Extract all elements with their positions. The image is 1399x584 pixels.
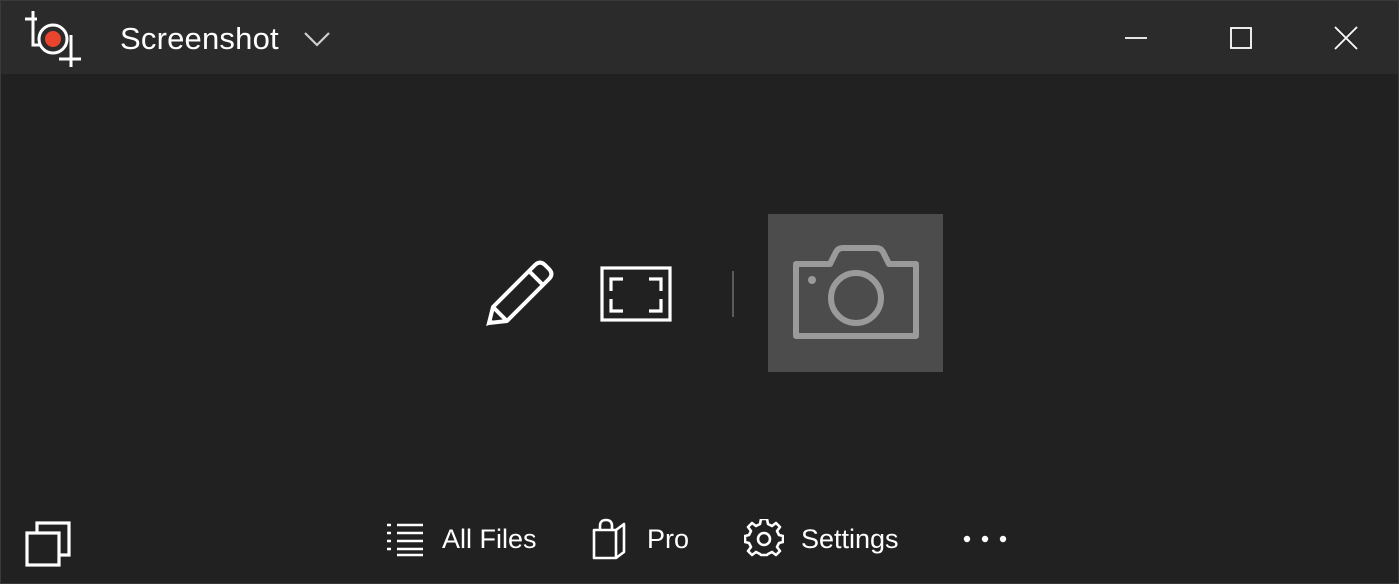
toolbar-divider [732, 271, 734, 317]
pro-label: Pro [647, 524, 690, 554]
app-window: Screenshot All Files Pro Settings [0, 0, 1399, 584]
fullscreen-frame-icon[interactable] [595, 263, 677, 327]
chevron-down-icon[interactable] [301, 25, 333, 53]
overlapping-windows-icon[interactable] [23, 519, 73, 569]
camera-icon [792, 245, 919, 339]
maximize-button[interactable] [1191, 1, 1291, 74]
all-files-label: All Files [442, 524, 537, 554]
minimize-icon [1125, 36, 1147, 39]
gear-icon [744, 519, 784, 557]
window-title: Screenshot [120, 21, 279, 56]
close-icon [1334, 25, 1358, 50]
more-icon [963, 535, 1007, 543]
settings-label: Settings [801, 524, 899, 554]
shopping-bag-icon [592, 518, 626, 560]
pro-button[interactable]: Pro [590, 513, 689, 565]
capture-button[interactable] [768, 214, 943, 372]
settings-button[interactable]: Settings [744, 513, 899, 565]
minimize-button[interactable] [1086, 1, 1186, 74]
pencil-icon[interactable] [477, 253, 561, 337]
close-button[interactable] [1296, 1, 1396, 74]
all-files-button[interactable]: All Files [385, 513, 537, 565]
title-bar[interactable]: Screenshot [1, 1, 1398, 74]
list-icon [387, 523, 423, 557]
maximize-icon [1230, 26, 1252, 49]
more-options-button[interactable] [957, 513, 1013, 565]
screenshot-app-icon [25, 11, 81, 67]
